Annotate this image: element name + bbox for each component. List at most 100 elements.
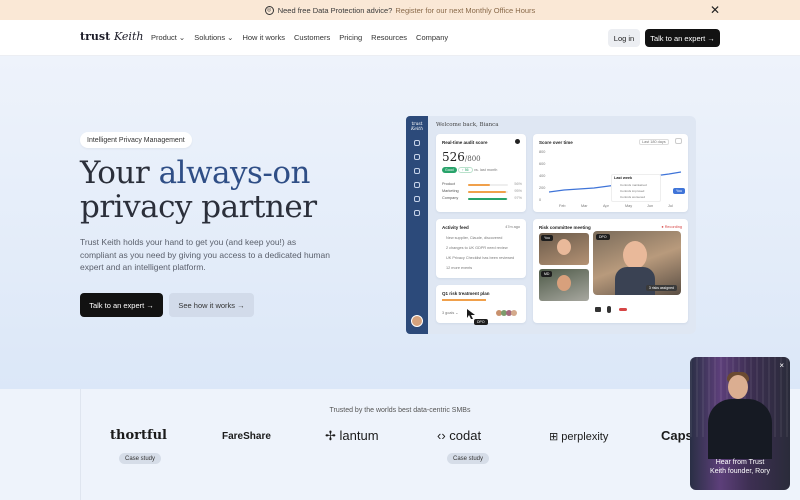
hero-badge: Intelligent Privacy Management — [80, 132, 192, 148]
hero-section: Intelligent Privacy Management Your alwa… — [0, 56, 800, 389]
close-icon[interactable]: ✕ — [710, 3, 720, 17]
login-button[interactable]: Log in — [608, 29, 640, 47]
video-tile: You — [539, 233, 589, 265]
download-icon[interactable] — [675, 138, 682, 144]
info-icon — [515, 139, 520, 144]
activity-feed-card: Activity feed 47m ago New supplier, Clau… — [436, 219, 526, 278]
activity-title: Activity feed — [442, 225, 469, 230]
nav-item-product[interactable]: Product ⌄ — [151, 33, 185, 42]
globe-icon — [414, 182, 420, 188]
delta-note: vs. last month — [474, 168, 498, 172]
score-row-product: Product 56% — [442, 182, 522, 186]
nav-menu: Product ⌄ Solutions ⌄ How it works Custo… — [151, 33, 448, 42]
risk-plan-card: Q1 risk treatment plan 3 goals ⌄ DPO — [436, 285, 526, 325]
plan-progress — [442, 299, 486, 301]
y-tick: 0 — [539, 198, 542, 202]
you-pill: You — [673, 188, 685, 194]
x-tick: May — [625, 204, 633, 208]
trusted-band — [0, 389, 800, 500]
assignee-avatars — [496, 310, 520, 316]
sidebar-logo: trust Keith — [410, 122, 424, 132]
range-select[interactable]: Last 180 days — [639, 139, 669, 145]
plan-title: Q1 risk treatment plan — [442, 291, 490, 296]
dashboard-preview: trust Keith Welcome back, Bianca Real-tim… — [406, 116, 696, 334]
score-row-marketing: Marketing 95% — [442, 189, 522, 193]
top-nav: trust Keith Product ⌄ Solutions ⌄ How it… — [0, 20, 800, 56]
x-tick: Apr — [603, 204, 609, 208]
see-how-it-works-button[interactable]: See how it works → — [169, 293, 254, 317]
database-icon — [414, 210, 420, 216]
x-tick: Jun — [647, 204, 654, 208]
recording-indicator: ● Recording — [661, 225, 682, 229]
nav-item-resources[interactable]: Resources — [371, 33, 407, 42]
y-tick: 600 — [539, 162, 546, 166]
divider — [80, 389, 81, 500]
welcome-text: Welcome back, Bianca — [436, 122, 499, 128]
camera-icon[interactable] — [595, 307, 601, 312]
score-row-company: Company 97% — [442, 196, 522, 200]
tooltip: Last week Controls maintained Controls i… — [611, 174, 661, 202]
announcement-bar: ◎ Need free Data Protection advice? Regi… — [0, 0, 800, 20]
brand-logo-caps: Caps — [661, 428, 693, 443]
announcement-link[interactable]: Register for our next Monthly Office Hou… — [395, 6, 535, 15]
x-tick: Jul — [668, 204, 673, 208]
y-tick: 200 — [539, 186, 546, 190]
x-tick: Feb — [559, 204, 566, 208]
trusted-title: Trusted by the worlds best data-centric … — [329, 407, 471, 414]
meeting-title: Risk committee meeting — [539, 225, 591, 230]
case-study-pill[interactable]: Case study — [447, 453, 490, 464]
case-study-pill[interactable]: Case study — [119, 453, 162, 464]
y-tick: 400 — [539, 174, 546, 178]
brand-logo-codat: ‹› codat — [437, 428, 482, 443]
info-icon: ◎ — [264, 5, 274, 15]
announcement-text: Need free Data Protection advice? — [277, 5, 393, 15]
founder-video-popup[interactable]: × Hear from Trust Keith founder, Rory — [690, 357, 790, 490]
brand-logo-lantum: ✢ lantum — [325, 428, 379, 443]
meeting-card: Risk committee meeting ● Recording You M… — [533, 219, 688, 323]
avatar — [411, 315, 423, 327]
hero-subtext: Trust Keith holds your hand to get you (… — [80, 237, 330, 272]
nav-item-pricing[interactable]: Pricing — [339, 33, 362, 42]
brand-logo-thortful: thortful — [110, 428, 167, 443]
nav-item-company[interactable]: Company — [416, 33, 448, 42]
score-over-time-card: Score over time Last 180 days 800 600 40… — [533, 134, 688, 212]
nav-item-solutions[interactable]: Solutions ⌄ — [194, 33, 233, 42]
activity-time: 47m ago — [505, 225, 520, 229]
close-icon[interactable]: × — [779, 361, 784, 370]
audit-score-card: Real-time audit score 526/800 Good ↑ 56 … — [436, 134, 526, 212]
microphone-icon[interactable] — [607, 306, 611, 313]
dpo-pill: DPO — [474, 319, 488, 325]
chart-icon — [414, 196, 420, 202]
talk-to-expert-button[interactable]: Talk to an expert → — [645, 29, 720, 47]
activity-item: 12 more events — [446, 266, 473, 270]
y-tick: 800 — [539, 150, 546, 154]
audit-title: Real-time audit score — [442, 140, 488, 145]
activity-item: UK Privacy Checklist has been reviewed — [446, 256, 515, 260]
video-caption: Hear from Trust Keith founder, Rory — [710, 459, 770, 475]
call-controls — [593, 305, 633, 315]
hero-talk-to-expert-button[interactable]: Talk to an expert → — [80, 293, 163, 317]
brand-logo-perplexity: ⊞ perplexity — [549, 431, 609, 443]
nav-item-how-it-works[interactable]: How it works — [242, 33, 285, 42]
hero-headline: Your always-on privacy partner — [80, 155, 317, 225]
brand-logo-fareshare: FareShare — [222, 431, 271, 442]
dashboard-sidebar: trust Keith — [406, 116, 428, 334]
activity-item: 2 changes to UK GDPR need review — [446, 246, 508, 250]
nav-item-customers[interactable]: Customers — [294, 33, 330, 42]
hang-up-icon[interactable] — [619, 308, 627, 311]
video-main-tile: DPO 3 risks assigned — [593, 231, 681, 295]
logo[interactable]: trust Keith — [80, 30, 143, 43]
home-icon — [414, 140, 420, 146]
person-body — [708, 399, 772, 459]
score-over-time-title: Score over time — [539, 140, 573, 145]
shield-icon — [414, 168, 420, 174]
goals-select[interactable]: 3 goals ⌄ — [442, 310, 458, 315]
status-badge: Good — [442, 167, 457, 173]
x-tick: Mar — [581, 204, 588, 208]
cursor-icon — [467, 309, 475, 319]
delta-badge: ↑ 56 — [458, 167, 473, 173]
person-face — [728, 375, 748, 399]
audit-score: 526/800 — [442, 150, 481, 164]
activity-item: New supplier, Claude, discovered — [446, 236, 503, 240]
eye-icon — [414, 154, 420, 160]
